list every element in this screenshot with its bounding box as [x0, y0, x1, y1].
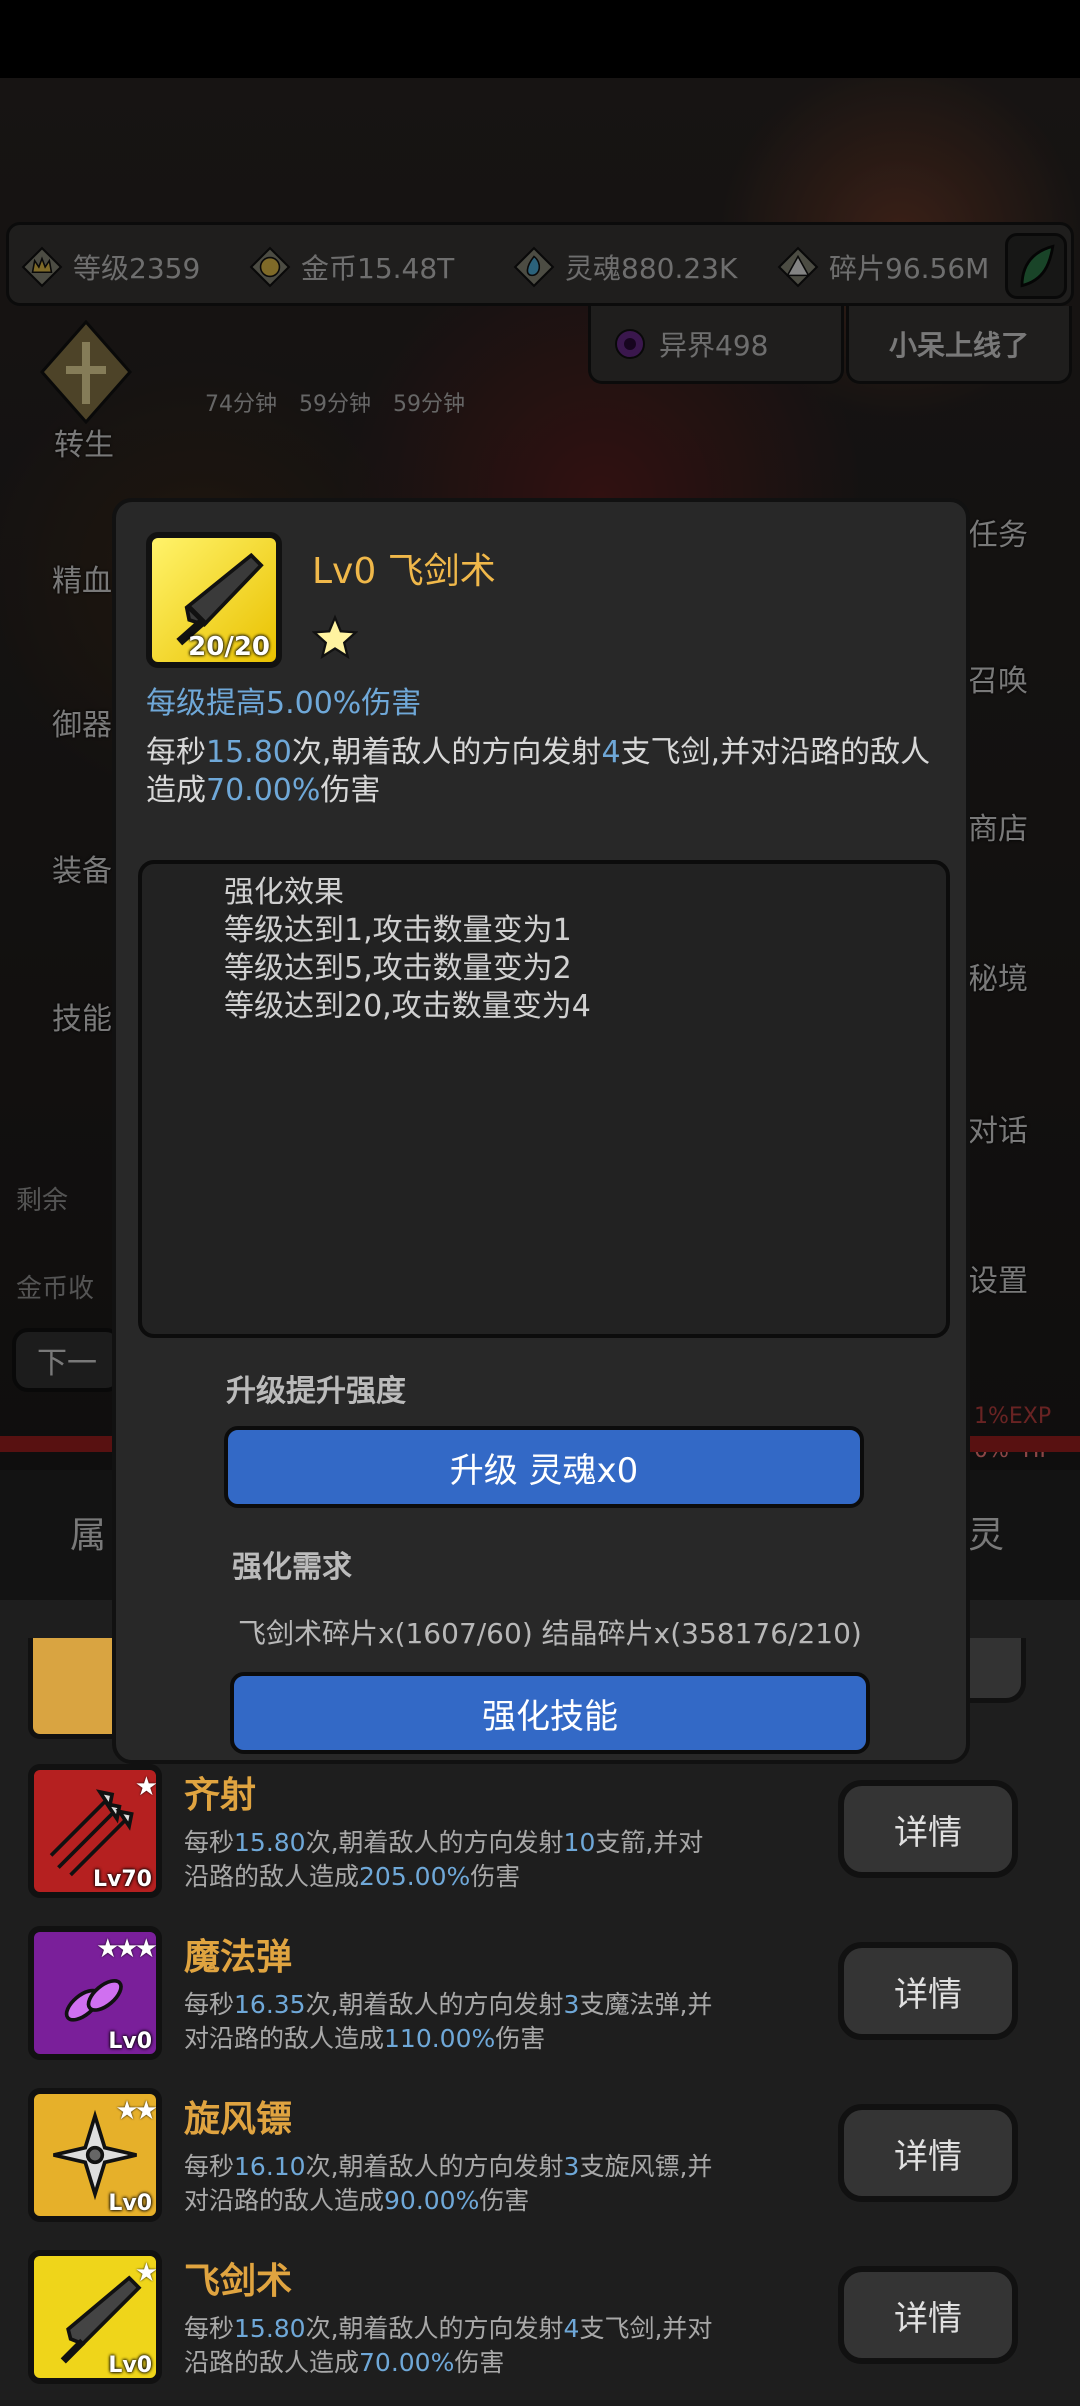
skill-row-magic-bullet: ★★★ Lv0 魔法弹 每秒16.35次,朝着敌人的方向发射3支魔法弹,并对沿路… — [0, 1922, 1080, 2082]
detail-button-flying-sword[interactable]: 详情 — [838, 2266, 1018, 2364]
skill-name: 齐射 — [184, 1775, 257, 1816]
skill-row-whirlwind-dart: ★★ Lv0 旋风镖 每秒16.10次,朝着敌人的方向发射3支旋风镖,并对沿路的… — [0, 2084, 1080, 2244]
effect-line: 等级达到5,攻击数量变为2 — [224, 951, 572, 986]
status-bar — [0, 0, 1080, 78]
requirement-label: 强化需求 — [232, 1550, 352, 1585]
dialog-title: Lv0 飞剑术 — [312, 551, 496, 592]
skill-description: 每秒15.80次,朝着敌人的方向发射4支飞剑,并对沿路的敌人造成70.00%伤害 — [184, 2314, 713, 2377]
upgrade-button[interactable]: 升级 灵魂x0 — [224, 1426, 864, 1508]
skill-stars: ★★★ — [96, 1934, 156, 1964]
skill-level: Lv0 — [108, 2029, 152, 2054]
detail-button-magic-bullet[interactable]: 详情 — [838, 1942, 1018, 2040]
skill-name: 魔法弹 — [184, 1937, 293, 1978]
upgrade-button-label: 升级 灵魂x0 — [449, 1450, 639, 1491]
skill-shard-count: 20/20 — [188, 632, 270, 662]
skill-description: 每秒16.35次,朝着敌人的方向发射3支魔法弹,并对沿路的敌人造成110.00%… — [184, 1990, 713, 2053]
skill-thumb-flying-sword: ★ Lv0 — [28, 2250, 162, 2384]
skill-stars: ★ — [134, 2258, 156, 2288]
requirement-text: 飞剑术碎片x(1607/60) 结晶碎片x(358176/210) — [238, 1617, 862, 1650]
skill-stars: ★★ — [115, 2096, 156, 2126]
skill-name: 飞剑术 — [184, 2261, 293, 2302]
skill-description: 每秒15.80次,朝着敌人的方向发射10支箭,并对沿路的敌人造成205.00%伤… — [184, 1828, 704, 1891]
skill-thumb-magic-bullet: ★★★ Lv0 — [28, 1926, 162, 2060]
skill-level: Lv0 — [108, 2191, 152, 2216]
skill-row-flying-sword: ★ Lv0 飞剑术 每秒15.80次,朝着敌人的方向发射4支飞剑,并对沿路的敌人… — [0, 2246, 1080, 2406]
enhance-button-label: 强化技能 — [482, 1696, 618, 1737]
effect-line: 等级达到20,攻击数量变为4 — [224, 989, 591, 1024]
enhance-effects-box: 强化效果 等级达到1,攻击数量变为1 等级达到5,攻击数量变为2 等级达到20,… — [138, 860, 950, 1338]
enhance-skill-button[interactable]: 强化技能 — [230, 1672, 870, 1754]
detail-button-whirlwind-dart[interactable]: 详情 — [838, 2104, 1018, 2202]
skill-thumb-whirlwind-dart: ★★ Lv0 — [28, 2088, 162, 2222]
skill-icon: 20/20 — [146, 532, 282, 668]
skill-description: 每秒15.80次,朝着敌人的方向发射4支飞剑,并对沿路的敌人造成70.00%伤害 — [146, 735, 931, 808]
effect-line: 等级达到1,攻击数量变为1 — [224, 913, 572, 948]
skill-description: 每秒16.10次,朝着敌人的方向发射3支旋风镖,并对沿路的敌人造成90.00%伤… — [184, 2152, 713, 2215]
effects-title: 强化效果 — [224, 875, 344, 910]
skill-detail-dialog: 20/20 Lv0 飞剑术 每级提高5.00%伤害 每秒15.80次,朝着敌人的… — [112, 498, 970, 1764]
star-icon — [312, 614, 358, 660]
growth-text: 每级提高5.00%伤害 — [146, 686, 422, 721]
skill-thumb-volley: ★ Lv70 — [28, 1764, 162, 1898]
skill-stars: ★ — [134, 1772, 156, 1802]
upgrade-label: 升级提升强度 — [226, 1374, 406, 1409]
skill-level: Lv70 — [93, 1867, 152, 1892]
skill-level: Lv0 — [108, 2353, 152, 2378]
detail-button-volley[interactable]: 详情 — [838, 1780, 1018, 1878]
skill-row-volley: ★ Lv70 齐射 每秒15.80次,朝着敌人的方向发射10支箭,并对沿路的敌人… — [0, 1760, 1080, 1920]
skill-name: 旋风镖 — [184, 2099, 293, 2140]
